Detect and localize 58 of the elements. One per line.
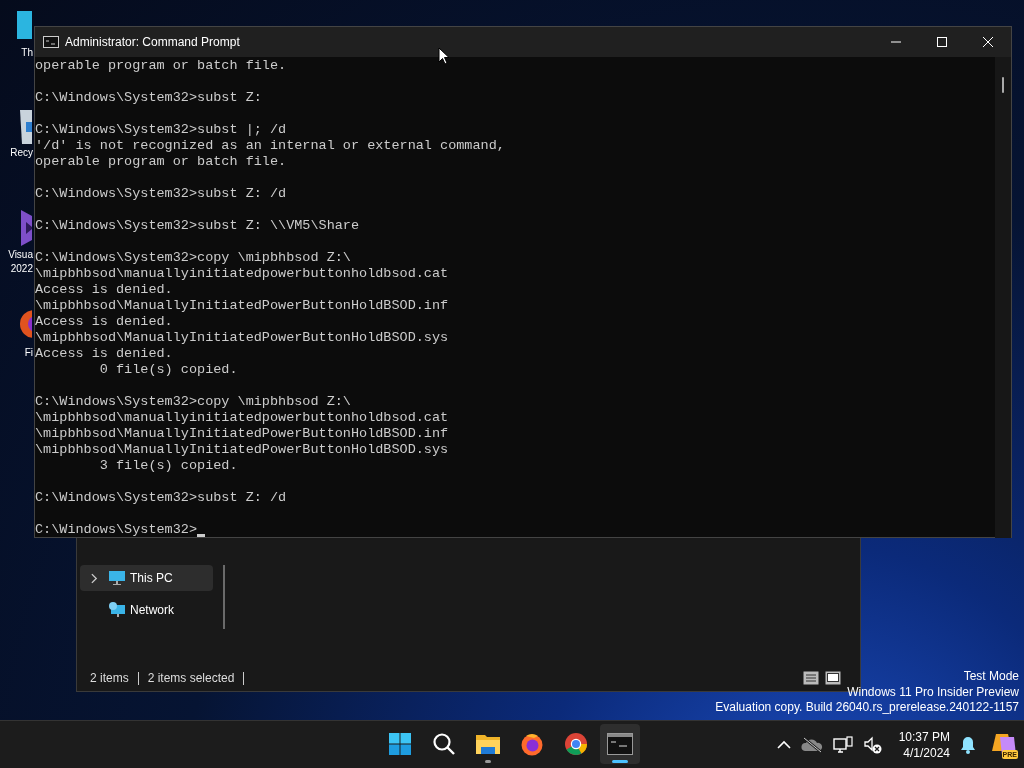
desktop-icon-label[interactable]: Visua <box>8 248 33 262</box>
desktop-icon-label[interactable]: Th <box>21 46 33 60</box>
console-line: C:\Windows\System32> <box>35 522 198 538</box>
console-line: C:\Windows\System32>subst Z: /d <box>35 186 288 202</box>
console-line: 0 file(s) copied. <box>98 362 239 378</box>
nav-item[interactable]: This PC <box>80 565 213 591</box>
browser-icon <box>520 732 544 756</box>
console-line: 3 file(s) copied. <box>98 458 239 474</box>
console-line: C:\Windows\System32>subst Z: /d <box>35 490 288 506</box>
speaker-muted-icon[interactable] <box>862 735 883 754</box>
details-view-icon[interactable] <box>803 671 819 685</box>
desktop-icon-label[interactable]: Fi <box>24 346 33 360</box>
cloud-icon[interactable] <box>800 736 823 753</box>
console-line: \mipbhbsod\manuallyinitiatedpowerbuttonholdbsod.cat <box>35 266 450 282</box>
clock[interactable]: 10:37 PM 4/1/2024 <box>898 728 950 761</box>
console-line: Access is denied. <box>35 346 174 362</box>
console-line: \mipbhbsod\ManuallyInitiatedPowerButtonHoldBSOD.inf <box>35 298 450 314</box>
scrollbar-thumb[interactable] <box>1002 77 1004 93</box>
window-title: Administrator: Command Prompt <box>65 34 240 51</box>
monitor-icon <box>108 570 126 586</box>
status-text: 2 items selected <box>147 670 235 687</box>
console-line: Access is denied. <box>35 282 174 298</box>
round-logo-icon <box>564 732 588 756</box>
console-line: C:\Windows\System32>copy \mipbhbsod Z:\ <box>35 250 352 266</box>
console-line: operable program or batch file. <box>35 58 288 74</box>
network-icon[interactable] <box>832 735 853 754</box>
watermark-text: Evaluation copy. Build 26040.rs_prerelease.240122-1157 <box>715 700 1019 716</box>
chevron-up-icon[interactable] <box>776 739 791 750</box>
console-icon <box>43 36 59 48</box>
tiles-view-icon[interactable] <box>825 671 841 685</box>
console-line: Access is denied. <box>35 314 174 330</box>
text-cursor <box>197 534 206 537</box>
desktop-icon-label[interactable]: 2022 <box>10 262 33 276</box>
mouse-pointer-icon <box>438 47 450 65</box>
bell-icon[interactable] <box>960 735 976 754</box>
console-line: \mipbhbsod\manuallyinitiatedpowerbuttonholdbsod.cat <box>35 410 450 426</box>
console-line: '/d' is not recognized as an internal or external command, <box>35 138 506 154</box>
console-line: C:\Windows\System32>subst Z: <box>35 90 263 106</box>
taskbar-app-button[interactable] <box>600 724 640 764</box>
console-icon <box>607 733 633 755</box>
app-logo-icon[interactable] <box>18 208 32 248</box>
network-icon <box>108 602 126 618</box>
console-line: operable program or batch file. <box>35 154 288 170</box>
nav-item[interactable]: Network <box>80 597 213 623</box>
watermark-text: Windows 11 Pro Insider Preview <box>847 684 1019 700</box>
watermark-text: Test Mode <box>963 669 1019 685</box>
folder-icon <box>475 732 501 756</box>
start-icon <box>388 732 412 756</box>
console-line: \mipbhbsod\ManuallyInitiatedPowerButtonHoldBSOD.inf <box>35 426 450 442</box>
desktop-icon-label[interactable]: Recy <box>10 146 33 160</box>
console-line: \mipbhbsod\ManuallyInitiatedPowerButtonHoldBSOD.sys <box>35 442 450 458</box>
chevron-icon[interactable] <box>90 572 98 584</box>
search-icon <box>432 732 456 756</box>
console-line: C:\Windows\System32>subst |; /d <box>35 122 288 138</box>
console-line: C:\Windows\System32>subst Z: \\VM5\Share <box>35 218 361 234</box>
console-line: \mipbhbsod\ManuallyInitiatedPowerButtonHoldBSOD.sys <box>35 330 450 346</box>
console-line: C:\Windows\System32>copy \mipbhbsod Z:\ <box>35 394 352 410</box>
status-text: 2 items <box>90 670 129 687</box>
